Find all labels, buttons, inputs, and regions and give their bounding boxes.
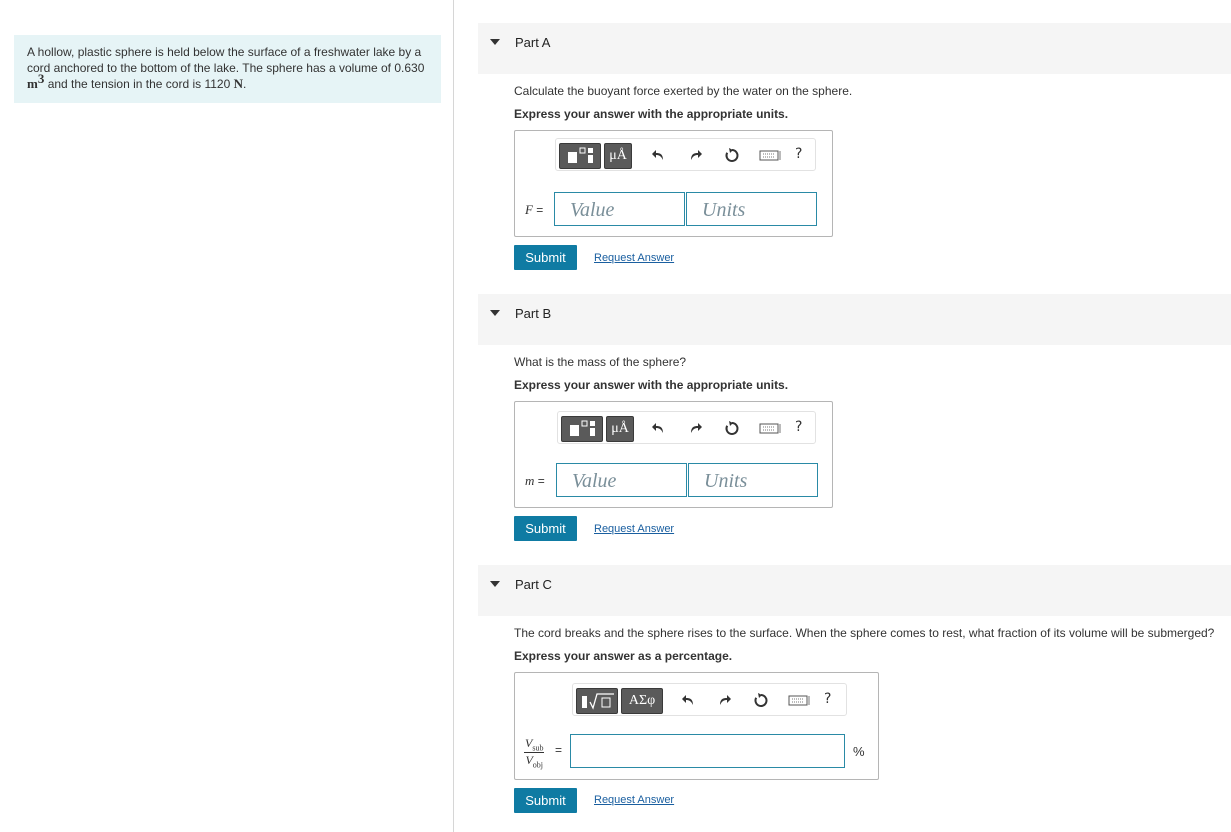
keyboard-icon[interactable]: [759, 420, 781, 436]
problem-pane: A hollow, plastic sphere is held below t…: [0, 0, 454, 832]
part-b-var-label: m =: [525, 473, 545, 489]
part-a-var-label: F =: [525, 202, 543, 218]
sqrt-templates-icon: [582, 693, 614, 710]
equals-sign: =: [536, 203, 544, 217]
keyboard-icon[interactable]: [788, 692, 810, 708]
fraction-numerator: Vsub: [524, 736, 545, 754]
undo-icon[interactable]: [651, 420, 667, 436]
part-b-toolbar: μÅ ?: [557, 411, 816, 444]
part-a-var: F: [525, 202, 533, 217]
part-b-question: What is the mass of the sphere?: [514, 355, 687, 369]
reset-icon[interactable]: [724, 147, 740, 163]
undo-icon[interactable]: [651, 147, 667, 163]
percent-unit: %: [853, 744, 865, 759]
part-a-toolbar: μÅ ?: [555, 138, 816, 171]
problem-statement: A hollow, plastic sphere is held below t…: [14, 35, 441, 103]
part-c-toolbar: ΑΣφ ?: [572, 683, 847, 716]
denominator-sub: obj: [532, 760, 544, 770]
reset-icon[interactable]: [753, 692, 769, 708]
units-input[interactable]: Units: [688, 463, 818, 497]
part-c-answer-box: ΑΣφ ? Vsub Vobj = %: [514, 672, 879, 780]
part-a-answer-box: μÅ ? F = Value Units: [514, 130, 833, 237]
request-answer-link[interactable]: Request Answer: [594, 523, 674, 535]
volume-unit: m: [27, 76, 38, 91]
submit-button[interactable]: Submit: [514, 245, 577, 270]
part-b-var: m: [525, 473, 535, 488]
part-c-question: The cord breaks and the sphere rises to …: [514, 626, 1215, 640]
equals-sign: =: [537, 474, 545, 488]
collapse-triangle-icon[interactable]: [490, 581, 500, 587]
part-c-instruction: Express your answer as a percentage.: [514, 649, 733, 663]
redo-icon[interactable]: [687, 420, 703, 436]
value-input[interactable]: Value: [554, 192, 685, 226]
problem-text-2: and the tension in the cord is 1120: [47, 77, 231, 91]
redo-icon[interactable]: [716, 692, 732, 708]
part-b-title: Part B: [515, 306, 552, 321]
fraction-label: Vsub Vobj: [524, 736, 545, 770]
undo-icon[interactable]: [681, 692, 697, 708]
part-a-header[interactable]: Part A: [478, 23, 1231, 74]
part-c-title: Part C: [515, 577, 552, 592]
part-b: Part B What is the mass of the sphere? E…: [455, 271, 1231, 551]
part-a-instruction: Express your answer with the appropriate…: [514, 107, 789, 121]
numerator-sub: sub: [532, 743, 544, 753]
redo-icon[interactable]: [687, 147, 703, 163]
submit-button[interactable]: Submit: [514, 516, 577, 541]
part-b-answer-box: μÅ ? m = Value Units: [514, 401, 833, 508]
part-b-header[interactable]: Part B: [478, 294, 1231, 345]
part-b-instruction: Express your answer with the appropriate…: [514, 378, 789, 392]
part-a: Part A Calculate the buoyant force exert…: [455, 0, 1231, 280]
collapse-triangle-icon[interactable]: [490, 39, 500, 45]
part-c-header[interactable]: Part C: [478, 565, 1231, 616]
reset-icon[interactable]: [724, 420, 740, 436]
greek-symbols-button[interactable]: ΑΣφ: [621, 688, 663, 714]
collapse-triangle-icon[interactable]: [490, 310, 500, 316]
problem-text-3: .: [243, 77, 247, 91]
request-answer-link[interactable]: Request Answer: [594, 794, 674, 806]
equals-sign: =: [555, 743, 563, 757]
templates-button[interactable]: [576, 688, 618, 714]
value-input[interactable]: Value: [556, 463, 687, 497]
fraction-denominator: Vobj: [524, 753, 544, 769]
tension-unit: N: [233, 76, 243, 91]
percentage-input[interactable]: [570, 734, 845, 768]
units-input[interactable]: Units: [686, 192, 817, 226]
units-symbols-button[interactable]: μÅ: [604, 143, 632, 169]
part-c: Part C The cord breaks and the sphere ri…: [455, 542, 1231, 832]
templates-icon: [568, 147, 593, 163]
part-a-title: Part A: [515, 35, 551, 50]
submit-button[interactable]: Submit: [514, 788, 577, 813]
templates-button[interactable]: [559, 143, 601, 169]
templates-button[interactable]: [561, 416, 603, 442]
help-button[interactable]: ?: [795, 419, 802, 435]
templates-icon: [570, 420, 595, 436]
request-answer-link[interactable]: Request Answer: [594, 252, 674, 264]
volume-value: 0.630: [394, 61, 425, 75]
units-symbols-button[interactable]: μÅ: [606, 416, 634, 442]
denominator-var: V: [525, 753, 533, 768]
volume-exponent: 3: [37, 71, 45, 86]
problem-text-1: A hollow, plastic sphere is held below t…: [27, 45, 422, 75]
help-button[interactable]: ?: [824, 691, 831, 707]
keyboard-icon[interactable]: [759, 147, 781, 163]
part-a-question: Calculate the buoyant force exerted by t…: [514, 84, 853, 98]
help-button[interactable]: ?: [795, 146, 802, 162]
